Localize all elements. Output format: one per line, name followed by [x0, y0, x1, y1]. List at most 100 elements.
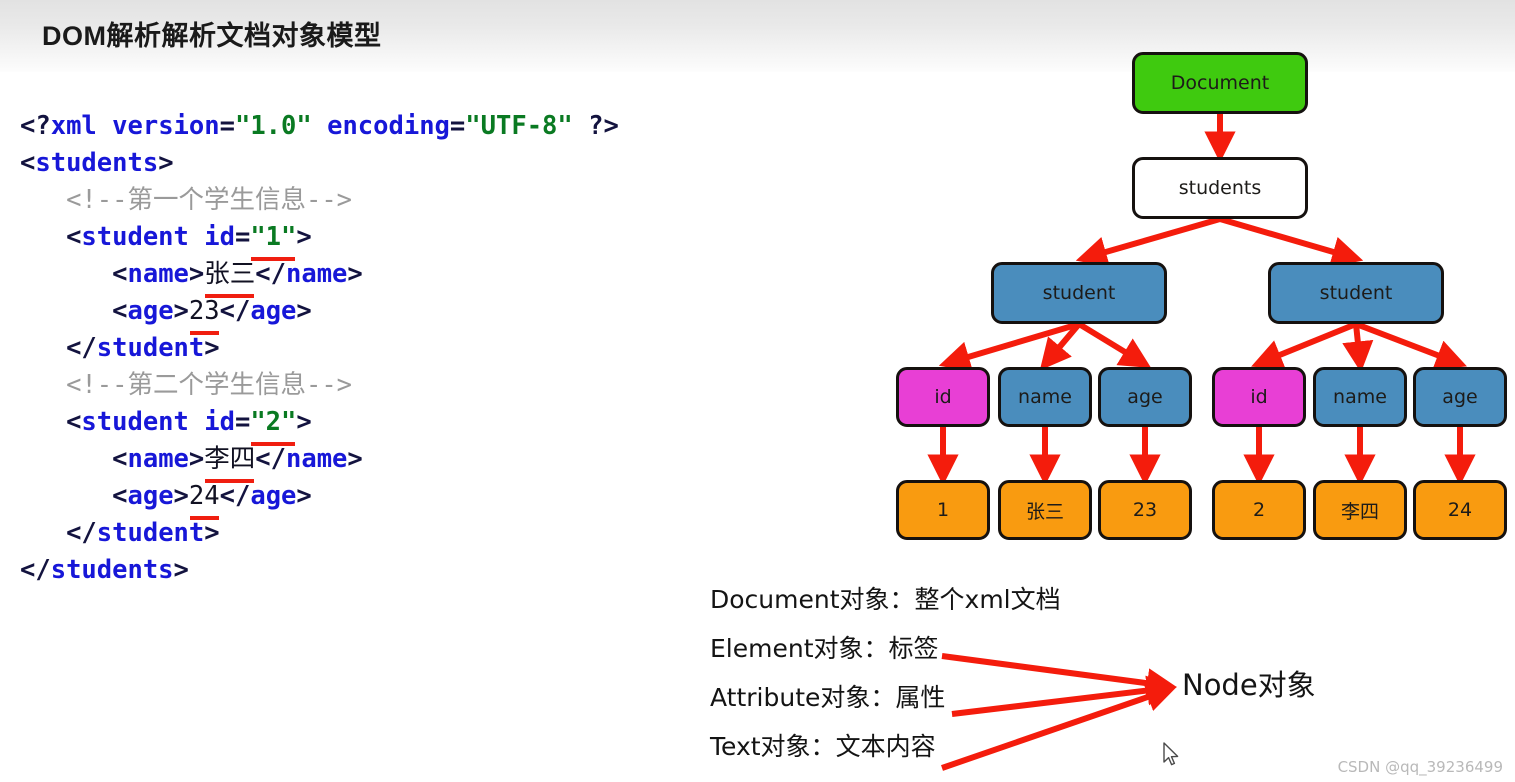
- code-token-bracket: </: [20, 555, 51, 585]
- tree-node-age-2: age: [1413, 367, 1507, 427]
- code-token-tag: student: [81, 407, 189, 437]
- code-token-pi: <?: [20, 111, 51, 141]
- code-token-bracket: >: [296, 296, 312, 326]
- legend-item: Document对象：整个xml文档: [710, 575, 1180, 624]
- code-token-tag: name: [286, 259, 348, 289]
- code-line: <name>李四</name>: [20, 441, 619, 483]
- code-token-bracket: >: [188, 259, 205, 289]
- code-token-str: "2": [250, 404, 296, 446]
- page-title: DOM解析解析文档对象模型: [42, 21, 382, 51]
- code-token-bracket: >: [173, 555, 189, 585]
- legend-item-term: Element对象：: [710, 634, 889, 663]
- code-token-tag: student: [96, 518, 205, 548]
- code-token-eq: =: [219, 111, 235, 141]
- tree-node-students: students: [1132, 157, 1308, 219]
- tree-node-value-age-2: 24: [1413, 480, 1507, 540]
- tree-edge-students-to-student-2: [1219, 216, 1364, 267]
- code-token-bracket: >: [347, 259, 363, 289]
- code-token-text: 24: [189, 478, 220, 520]
- code-token-tag: students: [50, 555, 174, 585]
- tree-node-student-1: student: [991, 262, 1167, 324]
- tree-edge-student-1-to-age-1: [1077, 321, 1152, 368]
- code-token-attr: id: [204, 407, 235, 437]
- code-token-bracket: >: [188, 444, 205, 474]
- code-line: <student id="1">: [20, 219, 619, 261]
- code-line: <?xml version="1.0" encoding="UTF-8" ?>: [20, 108, 619, 145]
- code-token-bracket: >: [296, 407, 312, 437]
- code-line: <student id="2">: [20, 404, 619, 446]
- dom-tree-diagram: Document students student student id name age i…: [860, 40, 1515, 550]
- code-token-bracket: <: [66, 222, 82, 252]
- tree-node-name-2: name: [1313, 367, 1407, 427]
- legend-item-desc: 整个xml文档: [914, 585, 1061, 614]
- code-token-tag: students: [35, 148, 159, 178]
- legend-item-term: Text对象：: [710, 732, 836, 761]
- code-token-tag: age: [250, 296, 297, 326]
- legend-item-term: Attribute对象：: [710, 683, 896, 712]
- code-token-bracket: >: [296, 222, 312, 252]
- xml-code-block: <?xml version="1.0" encoding="UTF-8" ?> <…: [20, 108, 619, 589]
- code-token-pi: ?>: [572, 111, 619, 141]
- code-token-bracket: >: [204, 333, 220, 363]
- code-token-eq: =: [449, 111, 466, 141]
- code-token-bracket: <: [112, 444, 128, 474]
- tree-node-value-id-2: 2: [1212, 480, 1306, 540]
- code-token-attr: id: [204, 222, 235, 252]
- code-line: </students>: [20, 552, 619, 589]
- code-line: <age>24</age>: [20, 478, 619, 520]
- tree-node-student-2: student: [1268, 262, 1444, 324]
- legend-arrows-svg: [941, 653, 1177, 771]
- code-token-str: "1": [250, 219, 296, 261]
- code-token-tag: xml: [50, 111, 97, 141]
- tree-node-value-age-1: 23: [1098, 480, 1192, 540]
- code-token-tag: name: [127, 259, 189, 289]
- code-token-bracket: <: [112, 296, 128, 326]
- code-token-attr: version: [112, 111, 220, 141]
- code-line: <!--第一个学生信息-->: [20, 182, 619, 219]
- code-token-tag: age: [127, 296, 174, 326]
- tree-node-value-name-1: 张三: [998, 480, 1092, 540]
- legend-arrow-element: [941, 653, 1177, 699]
- tree-node-value-name-2: 李四: [1313, 480, 1407, 540]
- code-token-tag: student: [81, 222, 189, 252]
- code-line: <students>: [20, 145, 619, 182]
- code-token-bracket: </: [255, 444, 286, 474]
- code-line: <age>23</age>: [20, 293, 619, 335]
- code-token-tag: name: [127, 444, 189, 474]
- code-token-bracket: </: [219, 296, 251, 326]
- tree-edge-students-to-student-1: [1075, 216, 1221, 267]
- code-line: </student>: [20, 515, 619, 552]
- tree-node-id-2: id: [1212, 367, 1306, 427]
- code-token-bracket: <: [20, 148, 36, 178]
- code-token-tag: name: [286, 444, 348, 474]
- code-token-str: "UTF-8": [465, 111, 573, 141]
- code-line: <!--第二个学生信息-->: [20, 367, 619, 404]
- code-token-bracket: <: [112, 481, 128, 511]
- code-line: <name>张三</name>: [20, 256, 619, 298]
- code-token-bracket: >: [173, 481, 189, 511]
- code-token-bracket: >: [347, 444, 363, 474]
- code-token-attr: encoding: [327, 111, 450, 141]
- code-token-eq: =: [234, 407, 251, 437]
- mouse-cursor-icon: [1163, 742, 1179, 766]
- code-line: </student>: [20, 330, 619, 367]
- code-token-text: 张三: [204, 256, 255, 298]
- code-token-tag: age: [127, 481, 174, 511]
- code-token-comment: <!--第一个学生信息-->: [66, 185, 353, 215]
- tree-edge-student-2-to-id-2: [1251, 321, 1358, 370]
- legend-item-desc: 标签: [888, 634, 939, 663]
- code-token-tag: age: [250, 481, 297, 511]
- code-token-comment: <!--第二个学生信息-->: [66, 370, 353, 400]
